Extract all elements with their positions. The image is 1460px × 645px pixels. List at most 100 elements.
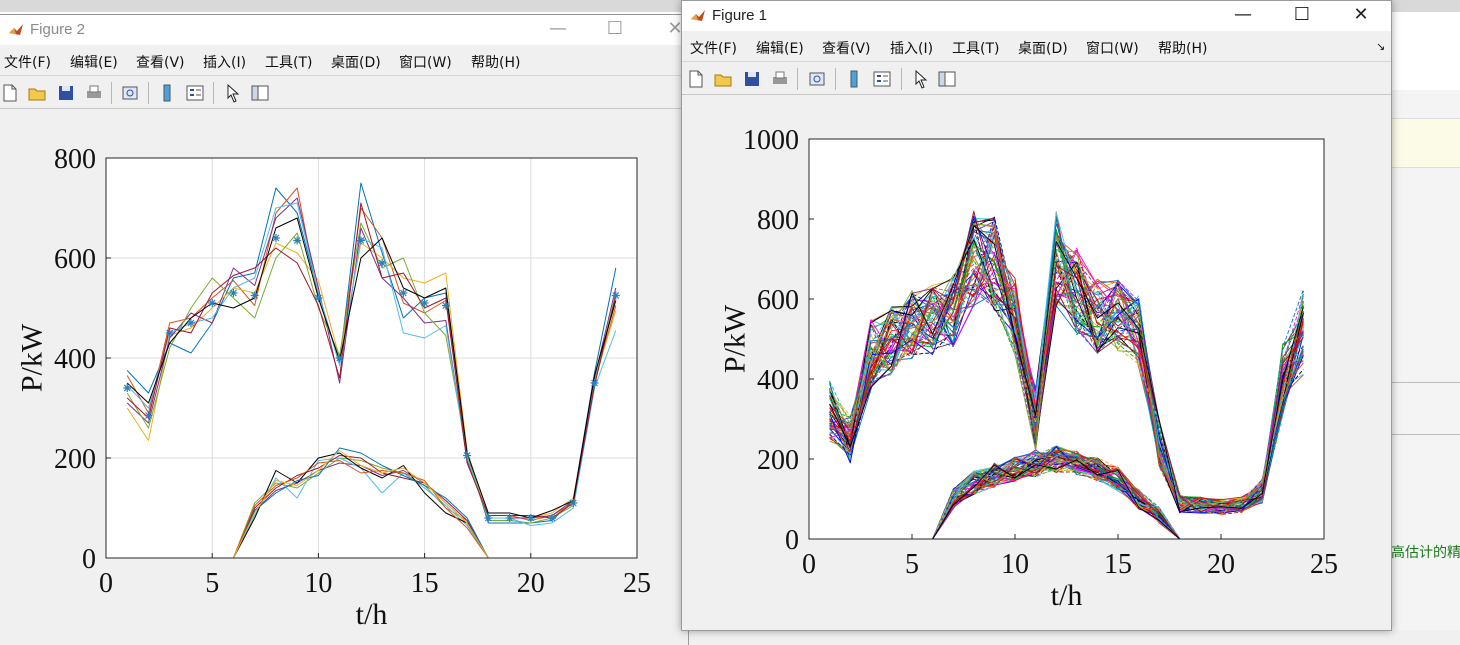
menu-insert[interactable]: 插入(I) bbox=[203, 52, 246, 72]
save-icon[interactable] bbox=[56, 83, 76, 103]
x-tick-label: 25 bbox=[623, 568, 651, 599]
legend-icon[interactable] bbox=[872, 69, 892, 89]
menu-insert[interactable]: 插入(I) bbox=[890, 38, 933, 58]
menu-file[interactable]: 文件(F) bbox=[690, 38, 737, 58]
mean-marker-star bbox=[335, 354, 344, 362]
y-tick-label: 0 bbox=[82, 544, 96, 575]
mean-marker-star bbox=[548, 514, 557, 522]
title-bar[interactable]: Figure 1 — ☐ ✕ bbox=[682, 1, 1391, 31]
mean-marker bbox=[293, 236, 302, 245]
colorbar-icon[interactable] bbox=[844, 69, 864, 89]
menu-desktop[interactable]: 桌面(D) bbox=[331, 52, 381, 72]
menu-help[interactable]: 帮助(H) bbox=[471, 52, 520, 72]
menu-bar: 文件(F) 编辑(E) 查看(V) 插入(I) 工具(T) 桌面(D) 窗口(W… bbox=[682, 31, 1391, 61]
pointer-icon[interactable] bbox=[910, 69, 930, 89]
legend-icon[interactable] bbox=[185, 83, 205, 103]
print-icon[interactable] bbox=[84, 83, 104, 103]
print-icon[interactable] bbox=[770, 69, 790, 89]
x-tick-label: 5 bbox=[205, 568, 219, 599]
y-axis-label: P/kW bbox=[16, 323, 49, 392]
mean-marker bbox=[165, 329, 174, 337]
y-tick-label: 600 bbox=[54, 244, 96, 275]
mean-marker-star bbox=[420, 299, 429, 307]
chart-figure-1[interactable]: 0 5 10 15 20 25 0 200 400 600 800 1000 t/h P/kW bbox=[682, 96, 1391, 630]
menu-view[interactable]: 查看(V) bbox=[822, 38, 871, 58]
maximize-button[interactable]: ☐ bbox=[1279, 1, 1325, 31]
mean-marker-star bbox=[590, 379, 599, 387]
y-tick-label: 600 bbox=[757, 285, 799, 316]
minimize-button[interactable]: — bbox=[1220, 1, 1266, 31]
mean-marker-star bbox=[250, 291, 259, 300]
mean-marker-star bbox=[484, 514, 493, 522]
menu-file[interactable]: 文件(F) bbox=[4, 52, 51, 72]
divider bbox=[1391, 434, 1460, 435]
mean-marker-star bbox=[526, 514, 535, 522]
new-file-icon[interactable] bbox=[0, 83, 20, 103]
figure-1-window[interactable]: Figure 1 — ☐ ✕ 文件(F) 编辑(E) 查看(V) 插入(I) 工… bbox=[681, 0, 1392, 631]
colorbar-icon[interactable] bbox=[157, 83, 177, 103]
minimize-button[interactable]: — bbox=[535, 15, 581, 45]
property-inspector-icon[interactable] bbox=[250, 83, 270, 103]
mean-marker bbox=[229, 289, 238, 297]
mean-marker-star bbox=[123, 384, 132, 392]
menu-tools[interactable]: 工具(T) bbox=[265, 52, 312, 72]
mean-marker bbox=[399, 289, 408, 297]
title-bar[interactable]: Figure 2 — ☐ ✕ bbox=[0, 15, 688, 45]
mean-marker bbox=[208, 299, 217, 307]
x-tick-label: 5 bbox=[905, 549, 919, 580]
open-folder-icon[interactable] bbox=[27, 83, 47, 103]
mean-marker bbox=[378, 259, 387, 267]
mean-marker bbox=[590, 379, 599, 387]
menu-help[interactable]: 帮助(H) bbox=[1158, 38, 1207, 58]
mean-marker-star bbox=[463, 451, 472, 460]
menu-window[interactable]: 窗口(W) bbox=[399, 52, 452, 72]
menu-view[interactable]: 查看(V) bbox=[136, 52, 185, 72]
y-tick-label: 400 bbox=[54, 344, 96, 375]
x-tick-label: 0 bbox=[99, 568, 113, 599]
x-tick-label: 25 bbox=[1310, 549, 1338, 580]
property-inspector-icon[interactable] bbox=[937, 69, 957, 89]
x-axis-label: t/h bbox=[1051, 579, 1083, 612]
mean-marker-star bbox=[165, 329, 174, 337]
figure-2-window[interactable]: Figure 2 — ☐ ✕ 文件(F) 编辑(E) 查看(V) 插入(I) 工… bbox=[0, 14, 689, 645]
open-folder-icon[interactable] bbox=[713, 69, 733, 89]
mean-marker-star bbox=[356, 236, 365, 245]
pointer-icon[interactable] bbox=[222, 83, 242, 103]
mean-marker-star bbox=[229, 289, 238, 297]
mean-marker bbox=[548, 514, 557, 522]
new-file-icon[interactable] bbox=[686, 69, 706, 89]
menu-edit[interactable]: 编辑(E) bbox=[70, 52, 118, 72]
dock-arrow-icon[interactable]: ↘ bbox=[1376, 40, 1385, 53]
matlab-logo-icon bbox=[9, 24, 23, 35]
mean-marker bbox=[441, 301, 450, 310]
mean-marker-star bbox=[378, 259, 387, 267]
y-axis-label: P/kW bbox=[719, 304, 752, 373]
x-tick-label: 20 bbox=[517, 568, 545, 599]
y-tick-label: 0 bbox=[785, 525, 799, 556]
menu-desktop[interactable]: 桌面(D) bbox=[1018, 38, 1068, 58]
mean-marker bbox=[271, 234, 280, 242]
x-axis-label: t/h bbox=[356, 598, 388, 631]
menu-window[interactable]: 窗口(W) bbox=[1086, 38, 1139, 58]
figure-canvas: 0 5 10 15 20 25 0 200 400 600 800 1000 t/h P/kW bbox=[682, 96, 1391, 630]
background-editor-panel: 高估计的精 bbox=[1390, 90, 1460, 645]
print-preview-icon[interactable] bbox=[120, 83, 140, 103]
mean-marker bbox=[335, 354, 344, 362]
x-tick-label: 20 bbox=[1207, 549, 1235, 580]
menu-tools[interactable]: 工具(T) bbox=[952, 38, 999, 58]
menu-edit[interactable]: 编辑(E) bbox=[756, 38, 804, 58]
x-tick-label: 10 bbox=[1001, 549, 1029, 580]
chart-figure-2[interactable]: 0 5 10 15 20 25 0 200 400 600 800 t/h P/kW bbox=[0, 110, 690, 645]
toolbar-separator bbox=[213, 82, 214, 104]
mean-marker-star bbox=[611, 291, 620, 300]
close-button[interactable]: ✕ bbox=[1338, 1, 1384, 31]
matlab-logo-icon bbox=[691, 10, 705, 21]
mean-marker bbox=[611, 291, 620, 300]
print-preview-icon[interactable] bbox=[807, 69, 827, 89]
maximize-button[interactable]: ☐ bbox=[592, 15, 638, 45]
y-tick-label: 1000 bbox=[743, 125, 799, 156]
mean-marker bbox=[144, 411, 153, 420]
mean-marker bbox=[123, 384, 132, 392]
mean-marker-star bbox=[271, 234, 280, 242]
save-icon[interactable] bbox=[742, 69, 762, 89]
